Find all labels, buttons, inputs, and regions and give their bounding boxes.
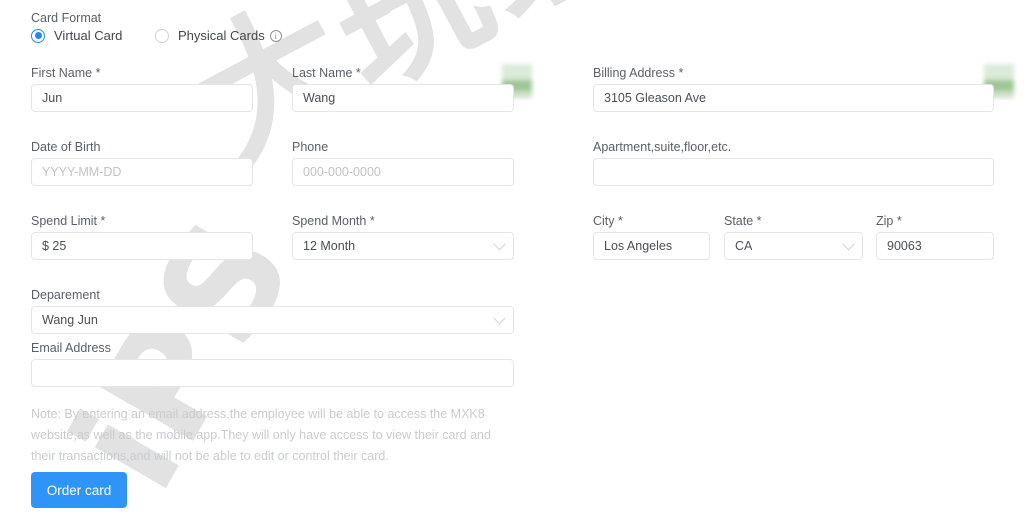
label-email-address: Email Address xyxy=(31,341,111,355)
radio-virtual-card-label: Virtual Card xyxy=(54,28,123,43)
label-state: State * xyxy=(724,214,762,228)
radio-virtual-card-icon[interactable] xyxy=(31,28,45,43)
label-zip: Zip * xyxy=(876,214,902,228)
date-of-birth-input[interactable]: YYYY-MM-DD xyxy=(31,158,253,186)
email-address-input[interactable] xyxy=(31,359,514,387)
chevron-down-icon[interactable] xyxy=(493,311,506,325)
zip-value: 90063 xyxy=(887,239,922,253)
label-apartment: Apartment,suite,floor,etc. xyxy=(593,140,732,154)
radio-physical-cards-label: Physical Cards xyxy=(178,28,265,43)
last-name-input[interactable]: Wang xyxy=(292,84,514,112)
city-input[interactable]: Los Angeles xyxy=(593,232,710,260)
department-select[interactable]: Wang Jun xyxy=(31,306,514,334)
phone-placeholder: 000-000-0000 xyxy=(303,165,381,179)
state-value: CA xyxy=(735,239,753,253)
last-name-value: Wang xyxy=(303,91,336,105)
label-phone: Phone xyxy=(292,140,329,154)
city-value: Los Angeles xyxy=(604,239,673,253)
label-department: Deparement xyxy=(31,288,100,302)
order-card-button[interactable]: Order card xyxy=(31,472,127,508)
department-value: Wang Jun xyxy=(42,313,98,327)
label-spend-month: Spend Month * xyxy=(292,214,375,228)
zip-input[interactable]: 90063 xyxy=(876,232,994,260)
label-date-of-birth: Date of Birth xyxy=(31,140,101,154)
state-select[interactable]: CA xyxy=(724,232,863,260)
card-format-legend: Card Format xyxy=(31,11,102,25)
info-icon[interactable]: i xyxy=(269,29,282,42)
label-first-name: First Name * xyxy=(31,66,101,80)
radio-physical-cards-icon[interactable] xyxy=(155,28,169,43)
spend-limit-input[interactable]: $ 25 xyxy=(31,232,253,260)
radio-physical-cards[interactable]: Physical Cards i xyxy=(155,28,282,43)
apartment-input[interactable] xyxy=(593,158,994,186)
first-name-value: Jun xyxy=(42,91,63,105)
date-of-birth-placeholder: YYYY-MM-DD xyxy=(42,165,122,179)
spend-month-select[interactable]: 12 Month xyxy=(292,232,514,260)
chevron-down-icon[interactable] xyxy=(493,237,506,251)
billing-address-input[interactable]: 3105 Gleason Ave xyxy=(593,84,994,112)
spend-limit-value: $ 25 xyxy=(42,239,67,253)
chevron-down-icon[interactable] xyxy=(842,237,855,251)
order-card-form-page: 大玩家 iPS Card Format Virtual Card Physica… xyxy=(0,0,1024,514)
radio-virtual-card[interactable]: Virtual Card xyxy=(31,28,122,43)
billing-address-value: 3105 Gleason Ave xyxy=(604,91,706,105)
email-disclaimer-note: Note: By entering an email address,the e… xyxy=(31,407,491,463)
first-name-input[interactable]: Jun xyxy=(31,84,253,112)
label-billing-address: Billing Address * xyxy=(593,66,684,80)
label-spend-limit: Spend Limit * xyxy=(31,214,106,228)
phone-input[interactable]: 000-000-0000 xyxy=(292,158,514,186)
label-city: City * xyxy=(593,214,623,228)
spend-month-value: 12 Month xyxy=(303,239,356,253)
label-last-name: Last Name * xyxy=(292,66,361,80)
